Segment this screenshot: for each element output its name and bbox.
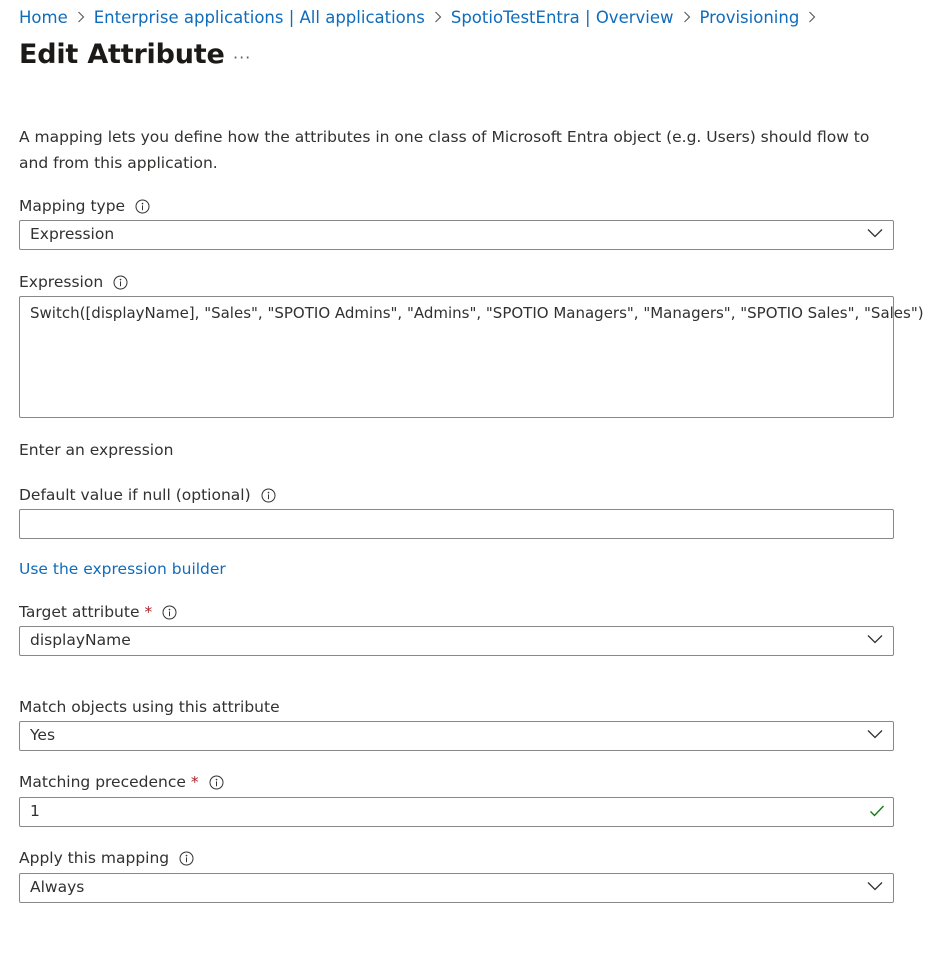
info-icon[interactable] — [113, 275, 128, 290]
expression-builder-link[interactable]: Use the expression builder — [19, 560, 226, 578]
chevron-down-icon — [867, 228, 883, 238]
target-attribute-dropdown[interactable]: displayName — [19, 626, 894, 656]
expression-label-text: Expression — [19, 273, 104, 291]
chevron-right-icon — [808, 11, 816, 23]
default-value-input[interactable] — [19, 509, 894, 539]
expression-helper-text: Enter an expression — [19, 441, 174, 459]
breadcrumb: Home Enterprise applications | All appli… — [19, 6, 825, 28]
match-objects-label: Match objects using this attribute — [19, 696, 280, 718]
mapping-type-value: Expression — [30, 225, 115, 243]
target-attribute-label-text: Target attribute — [19, 603, 140, 621]
chevron-down-icon — [867, 881, 883, 891]
more-options-button[interactable]: ··· — [233, 48, 251, 67]
apply-mapping-label: Apply this mapping — [19, 847, 194, 869]
matching-precedence-label-text: Matching precedence — [19, 773, 186, 791]
mapping-type-label: Mapping type — [19, 195, 150, 217]
target-attribute-value: displayName — [30, 631, 131, 649]
matching-precedence-label: Matching precedence * — [19, 771, 224, 793]
expression-label: Expression — [19, 271, 128, 293]
info-icon[interactable] — [179, 851, 194, 866]
mapping-description: A mapping lets you define how the attrib… — [19, 128, 870, 172]
expression-textarea[interactable]: Switch([displayName], "Sales", "SPOTIO A… — [19, 296, 924, 418]
info-icon[interactable] — [135, 199, 150, 214]
matching-precedence-input[interactable]: 1 — [19, 797, 894, 827]
info-icon[interactable] — [261, 488, 276, 503]
expression-value: Switch([displayName], "Sales", "SPOTIO A… — [30, 304, 924, 322]
breadcrumb-app-overview[interactable]: SpotioTestEntra | Overview — [451, 8, 674, 27]
default-value-label: Default value if null (optional) — [19, 484, 276, 506]
matching-precedence-value: 1 — [30, 802, 40, 820]
match-objects-dropdown[interactable]: Yes — [19, 721, 894, 751]
default-value-label-text: Default value if null (optional) — [19, 486, 251, 504]
checkmark-icon — [869, 804, 885, 818]
required-marker: * — [190, 773, 199, 791]
match-objects-value: Yes — [30, 726, 56, 744]
chevron-down-icon — [867, 634, 883, 644]
chevron-down-icon — [867, 729, 883, 739]
mapping-type-label-text: Mapping type — [19, 197, 126, 215]
apply-mapping-value: Always — [30, 878, 85, 896]
chevron-right-icon — [434, 11, 442, 23]
chevron-right-icon — [683, 11, 691, 23]
info-icon[interactable] — [162, 605, 177, 620]
apply-mapping-dropdown[interactable]: Always — [19, 873, 894, 903]
apply-mapping-label-text: Apply this mapping — [19, 849, 170, 867]
match-objects-label-text: Match objects using this attribute — [19, 698, 280, 716]
target-attribute-label: Target attribute * — [19, 601, 177, 623]
required-marker: * — [144, 603, 153, 621]
breadcrumb-provisioning[interactable]: Provisioning — [700, 8, 800, 27]
breadcrumb-home[interactable]: Home — [19, 8, 68, 27]
page-title: Edit Attribute — [19, 39, 225, 70]
chevron-right-icon — [77, 11, 85, 23]
breadcrumb-enterprise-applications[interactable]: Enterprise applications | All applicatio… — [94, 8, 425, 27]
info-icon[interactable] — [209, 775, 224, 790]
mapping-type-dropdown[interactable]: Expression — [19, 220, 894, 250]
